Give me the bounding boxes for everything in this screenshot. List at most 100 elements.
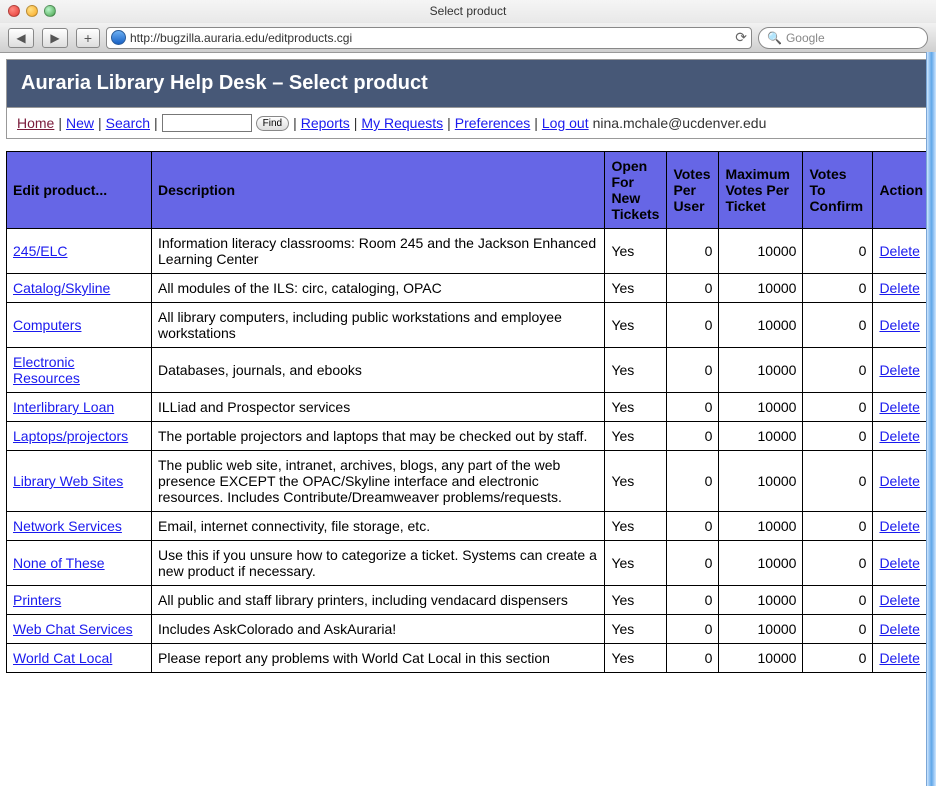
browser-chrome: Select product ◀ ▶ + http://bugzilla.aur…: [0, 0, 936, 53]
back-button[interactable]: ◀: [8, 28, 34, 48]
max-votes: 10000: [719, 303, 803, 348]
table-row: World Cat LocalPlease report any problem…: [7, 644, 930, 673]
product-link[interactable]: Library Web Sites: [13, 473, 123, 489]
max-votes: 10000: [719, 348, 803, 393]
table-row: Computers All library computers, includin…: [7, 303, 930, 348]
product-description: All modules of the ILS: circ, cataloging…: [152, 274, 605, 303]
product-description: The portable projectors and laptops that…: [152, 422, 605, 451]
delete-link[interactable]: Delete: [879, 592, 919, 608]
nav-new[interactable]: New: [66, 115, 94, 131]
address-bar[interactable]: http://bugzilla.auraria.edu/editproducts…: [106, 27, 752, 49]
find-button[interactable]: Find: [256, 116, 289, 131]
open-for-new: Yes: [605, 303, 667, 348]
table-row: Network ServicesEmail, internet connecti…: [7, 512, 930, 541]
votes-per-user: 0: [667, 541, 719, 586]
browser-search-field[interactable]: 🔍 Google: [758, 27, 928, 49]
delete-link[interactable]: Delete: [879, 473, 919, 489]
col-description: Description: [152, 152, 605, 229]
delete-link[interactable]: Delete: [879, 317, 919, 333]
separator: |: [447, 115, 451, 131]
max-votes: 10000: [719, 512, 803, 541]
nav-search[interactable]: Search: [106, 115, 150, 131]
product-description: Information literacy classrooms: Room 24…: [152, 229, 605, 274]
delete-link[interactable]: Delete: [879, 399, 919, 415]
votes-to-confirm: 0: [803, 541, 873, 586]
separator: |: [154, 115, 158, 131]
table-header-row: Edit product... Description Open For New…: [7, 152, 930, 229]
table-row: 245/ELC Information literacy classrooms: …: [7, 229, 930, 274]
vertical-scrollbar[interactable]: [926, 52, 936, 786]
url-text: http://bugzilla.auraria.edu/editproducts…: [130, 31, 352, 45]
delete-link[interactable]: Delete: [879, 362, 919, 378]
separator: |: [98, 115, 102, 131]
votes-per-user: 0: [667, 586, 719, 615]
delete-link[interactable]: Delete: [879, 650, 919, 666]
votes-per-user: 0: [667, 348, 719, 393]
product-description: Use this if you unsure how to categorize…: [152, 541, 605, 586]
nav-home[interactable]: Home: [17, 115, 54, 131]
col-votes-to-confirm: Votes To Confirm: [803, 152, 873, 229]
votes-to-confirm: 0: [803, 348, 873, 393]
max-votes: 10000: [719, 229, 803, 274]
quick-search-input[interactable]: [162, 114, 252, 132]
open-for-new: Yes: [605, 451, 667, 512]
product-link[interactable]: Interlibrary Loan: [13, 399, 114, 415]
votes-to-confirm: 0: [803, 229, 873, 274]
window-title: Select product: [0, 4, 936, 18]
delete-link[interactable]: Delete: [879, 621, 919, 637]
product-link[interactable]: Network Services: [13, 518, 122, 534]
open-for-new: Yes: [605, 393, 667, 422]
forward-button[interactable]: ▶: [42, 28, 68, 48]
page-title: Auraria Library Help Desk – Select produ…: [6, 59, 930, 107]
col-votes-per-user: Votes Per User: [667, 152, 719, 229]
delete-link[interactable]: Delete: [879, 518, 919, 534]
votes-per-user: 0: [667, 644, 719, 673]
delete-link[interactable]: Delete: [879, 243, 919, 259]
max-votes: 10000: [719, 586, 803, 615]
votes-to-confirm: 0: [803, 274, 873, 303]
current-user: nina.mchale@ucdenver.edu: [593, 115, 767, 131]
votes-to-confirm: 0: [803, 451, 873, 512]
product-link[interactable]: World Cat Local: [13, 650, 112, 666]
browser-toolbar: ◀ ▶ + http://bugzilla.auraria.edu/editpr…: [0, 22, 936, 52]
product-link[interactable]: Electronic Resources: [13, 354, 80, 386]
votes-to-confirm: 0: [803, 615, 873, 644]
window-close-button[interactable]: [8, 5, 20, 17]
nav-logout[interactable]: Log out: [542, 115, 589, 131]
max-votes: 10000: [719, 615, 803, 644]
table-row: Electronic ResourcesDatabases, journals,…: [7, 348, 930, 393]
product-link[interactable]: Catalog/Skyline: [13, 280, 110, 296]
reload-icon[interactable]: ⟳: [735, 29, 747, 46]
separator: |: [534, 115, 538, 131]
product-link[interactable]: Computers: [13, 317, 81, 333]
open-for-new: Yes: [605, 229, 667, 274]
nav-preferences[interactable]: Preferences: [455, 115, 530, 131]
open-for-new: Yes: [605, 615, 667, 644]
votes-per-user: 0: [667, 274, 719, 303]
nav-reports[interactable]: Reports: [301, 115, 350, 131]
product-link[interactable]: None of These: [13, 555, 105, 571]
delete-link[interactable]: Delete: [879, 428, 919, 444]
product-link[interactable]: Printers: [13, 592, 61, 608]
window-zoom-button[interactable]: [44, 5, 56, 17]
product-description: All public and staff library printers, i…: [152, 586, 605, 615]
max-votes: 10000: [719, 393, 803, 422]
delete-link[interactable]: Delete: [879, 280, 919, 296]
votes-per-user: 0: [667, 451, 719, 512]
open-for-new: Yes: [605, 644, 667, 673]
product-link[interactable]: 245/ELC: [13, 243, 67, 259]
product-link[interactable]: Laptops/projectors: [13, 428, 128, 444]
nav-bar: Home | New | Search | Find | Reports | M…: [6, 107, 930, 139]
votes-per-user: 0: [667, 229, 719, 274]
product-description: The public web site, intranet, archives,…: [152, 451, 605, 512]
product-link[interactable]: Web Chat Services: [13, 621, 133, 637]
nav-my-requests[interactable]: My Requests: [361, 115, 443, 131]
product-description: All library computers, including public …: [152, 303, 605, 348]
max-votes: 10000: [719, 451, 803, 512]
votes-to-confirm: 0: [803, 586, 873, 615]
delete-link[interactable]: Delete: [879, 555, 919, 571]
window-minimize-button[interactable]: [26, 5, 38, 17]
table-row: None of These Use this if you unsure how …: [7, 541, 930, 586]
add-bookmark-button[interactable]: +: [76, 28, 100, 48]
open-for-new: Yes: [605, 274, 667, 303]
